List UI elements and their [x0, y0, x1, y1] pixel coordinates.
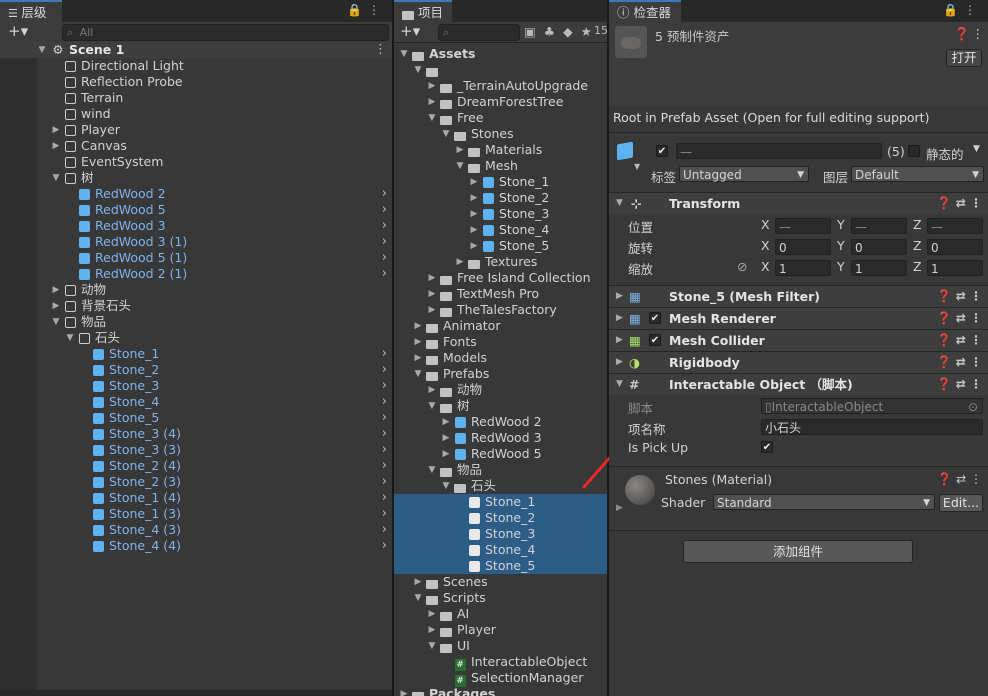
info-icon: ⓘ	[617, 5, 634, 20]
divider	[609, 132, 988, 133]
transform-pos-z-field[interactable]: —	[927, 218, 983, 234]
inspector-panel: ⓘ 检查器 🔒⋮ 5 预制件资产 ❓ ⋮ 打开 Root in Prefab A…	[609, 0, 988, 696]
component-controls[interactable]: ❓ ⇄ ⋮	[937, 308, 982, 329]
target-icon[interactable]: ⊙	[968, 399, 978, 415]
item-name-field[interactable]: 小石头	[761, 419, 983, 435]
tab-inspector[interactable]: ⓘ 检查器	[609, 0, 681, 22]
enabled-checkbox[interactable]: ✔	[649, 334, 661, 346]
notice-text: Root in Prefab Asset (Open for full edit…	[613, 110, 930, 125]
static-label: 静态的	[926, 147, 964, 162]
prefab-thumbnail	[615, 26, 647, 58]
axis-label: X	[761, 259, 770, 274]
active-checkbox[interactable]: ✔	[656, 145, 668, 157]
component-controls[interactable]: ❓ ⇄ ⋮	[937, 352, 982, 373]
asset-title: 5 预制件资产	[655, 29, 730, 44]
dropdown-arrow-icon[interactable]: ▼	[634, 162, 640, 171]
material-sphere-icon	[625, 475, 655, 505]
name-field[interactable]: —	[676, 143, 882, 159]
static-checkbox[interactable]	[908, 145, 920, 157]
chevron-down-icon: ▼	[972, 170, 979, 180]
layer-label: 图层	[823, 170, 849, 185]
transform-rot-z-field[interactable]: 0	[927, 239, 983, 255]
material-title: Stones (Material)	[665, 472, 773, 487]
axis-label: Z	[913, 238, 922, 253]
link-icon[interactable]: ⊘	[737, 259, 747, 274]
component-controls[interactable]: ❓ ⇄ ⋮	[937, 193, 982, 214]
chevron-down-icon: ▼	[923, 498, 930, 508]
transform-scl-x-field[interactable]: 1	[775, 260, 831, 276]
transform-scl-y-field[interactable]: 1	[851, 260, 907, 276]
transform-rot-y-field[interactable]: 0	[851, 239, 907, 255]
more-icon[interactable]: ⋮	[972, 26, 985, 41]
foldout-icon[interactable]: ▶	[616, 503, 623, 513]
transform-rot-x-field[interactable]: 0	[775, 239, 831, 255]
component-header[interactable]: ▶ ▦ Stone_5 (Mesh Filter) ❓ ⇄ ⋮	[609, 285, 988, 307]
static-dropdown-icon[interactable]: ▼	[973, 144, 980, 154]
transform-scl-z-field[interactable]: 1	[927, 260, 983, 276]
inspector-header: 5 预制件资产 ❓ ⋮ 打开 Root in Prefab Asset (Ope…	[609, 22, 988, 125]
component-controls[interactable]: ❓ ⇄ ⋮	[937, 374, 982, 395]
tag-label: 标签	[651, 170, 677, 185]
inspector-tab-controls[interactable]: 🔒⋮	[943, 3, 982, 17]
divider	[609, 530, 988, 531]
axis-label: Y	[837, 259, 845, 274]
foldout-icon: ▼	[616, 198, 623, 208]
shader-dropdown[interactable]: Standard ▼	[713, 494, 935, 510]
enabled-checkbox[interactable]: ✔	[649, 312, 661, 324]
layer-dropdown[interactable]: Default ▼	[851, 166, 984, 182]
component-controls[interactable]: ❓ ⇄ ⋮	[937, 330, 982, 351]
axis-label: Y	[837, 217, 845, 232]
mesh-collider-icon: ▦	[629, 333, 641, 348]
pickup-checkbox[interactable]: ✔	[761, 441, 773, 453]
gameobject-icon	[617, 141, 637, 163]
transform-header[interactable]: ▼ ⊹ Transform ❓ ⇄ ⋮	[609, 192, 988, 214]
transform-pos-y-field[interactable]: —	[851, 218, 907, 234]
tag-dropdown[interactable]: Untagged ▼	[679, 166, 809, 182]
script-icon: #	[629, 377, 640, 392]
transform-pos-x-field[interactable]: —	[775, 218, 831, 234]
axis-label: Y	[837, 238, 845, 253]
component-header[interactable]: ▶ ▦ ✔ Mesh Collider ❓ ⇄ ⋮	[609, 329, 988, 351]
rigidbody-icon: ◑	[629, 355, 640, 370]
foldout-icon: ▶	[616, 291, 623, 301]
material-controls[interactable]: ❓ ⇄ ⋮	[937, 472, 982, 486]
axis-label: X	[761, 217, 770, 232]
interactable-object-body: 脚本 ▯InteractableObject ⊙ 项名称 小石头 Is Pick…	[609, 396, 988, 462]
foldout-icon: ▼	[616, 379, 623, 389]
edit-shader-button[interactable]: Edit...	[939, 494, 983, 512]
component-header[interactable]: ▼ # Interactable Object （脚本) ❓ ⇄ ⋮	[609, 373, 988, 395]
transform-body: 位置 旋转 缩放 ⊘ X — Y — Z — X 0 Y 0 Z 0 X 1 Y 1 Z 1	[609, 214, 988, 284]
object-count: (5)	[887, 144, 905, 159]
help-icon[interactable]: ❓	[954, 26, 970, 42]
component-header[interactable]: ▶ ▦ ✔ Mesh Renderer ❓ ⇄ ⋮	[609, 307, 988, 329]
add-component-button[interactable]: 添加组件	[683, 540, 913, 563]
script-file-icon: ▯	[765, 400, 772, 414]
foldout-icon: ▶	[616, 313, 623, 323]
script-field: ▯InteractableObject ⊙	[761, 398, 983, 414]
chevron-down-icon: ▼	[797, 170, 804, 180]
transform-icon: ⊹	[631, 196, 642, 211]
component-header[interactable]: ▶ ◑ Rigidbody ❓ ⇄ ⋮	[609, 351, 988, 373]
axis-label: Z	[913, 217, 922, 232]
foldout-icon: ▶	[616, 357, 623, 367]
component-controls[interactable]: ❓ ⇄ ⋮	[937, 286, 982, 307]
axis-label: X	[761, 238, 770, 253]
mesh-filter-icon: ▦	[629, 289, 641, 304]
material-section: Stones (Material) ❓ ⇄ ⋮ Shader Standard ▼…	[609, 466, 988, 523]
mesh-renderer-icon: ▦	[629, 311, 641, 326]
open-button[interactable]: 打开	[946, 49, 982, 67]
axis-label: Z	[913, 259, 922, 274]
inspector-tabbar: ⓘ 检查器 🔒⋮	[609, 0, 988, 22]
foldout-icon: ▶	[616, 335, 623, 345]
